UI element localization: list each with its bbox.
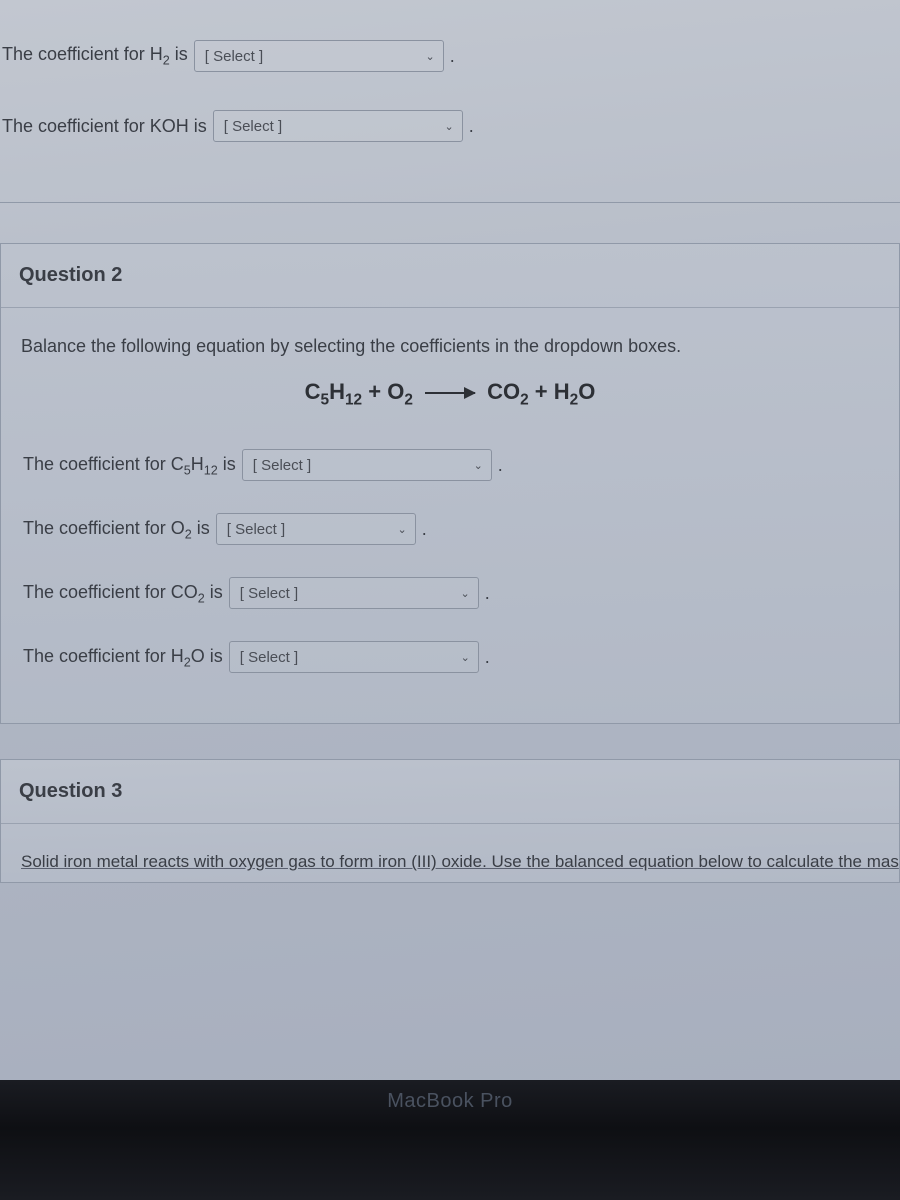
chevron-down-icon: ⌄ [398,523,407,536]
label-o2: The coefficient for O2 is [23,518,210,542]
select-c5h12-value: [ Select ] [253,457,311,474]
label-koh: The coefficient for KOH is [2,116,207,137]
select-c5h12[interactable]: [ Select ] ⌄ [242,449,492,481]
label-co2: The coefficient for CO2 is [23,582,223,606]
label-c5h12: The coefficient for C5H12 is [23,454,236,478]
question-3-block: Question 3 Solid iron metal reacts with … [0,759,900,883]
period: . [469,116,474,137]
period: . [498,455,503,476]
question-2-prompt: Balance the following equation by select… [21,336,879,357]
select-h2o-value: [ Select ] [240,649,298,666]
chevron-down-icon: ⌄ [426,50,435,63]
arrow-icon [425,392,475,394]
laptop-bezel: MacBook Pro [0,1080,900,1200]
select-koh-value: [ Select ] [224,118,282,135]
period: . [485,583,490,604]
select-co2-value: [ Select ] [240,585,298,602]
period: . [485,647,490,668]
label-h2o: The coefficient for H2O is [23,646,223,670]
question-3-text: Solid iron metal reacts with oxygen gas … [21,852,879,872]
equation: C5H12 + O2 CO2 + H2O [21,379,879,409]
question-2-block: Question 2 Balance the following equatio… [0,243,900,724]
label-h2: The coefficient for H2 is [2,44,188,68]
period: . [422,519,427,540]
chevron-down-icon: ⌄ [445,120,454,133]
period: . [450,46,455,67]
select-co2[interactable]: [ Select ] ⌄ [229,577,479,609]
chevron-down-icon: ⌄ [461,587,470,600]
question-3-title: Question 3 [1,760,899,824]
select-h2[interactable]: [ Select ] ⌄ [194,40,444,72]
chevron-down-icon: ⌄ [461,651,470,664]
select-h2-value: [ Select ] [205,48,263,65]
select-h2o[interactable]: [ Select ] ⌄ [229,641,479,673]
device-logo: MacBook Pro [0,1080,900,1113]
select-o2-value: [ Select ] [227,521,285,538]
question-2-title: Question 2 [1,244,899,308]
select-koh[interactable]: [ Select ] ⌄ [213,110,463,142]
chevron-down-icon: ⌄ [474,459,483,472]
select-o2[interactable]: [ Select ] ⌄ [216,513,416,545]
